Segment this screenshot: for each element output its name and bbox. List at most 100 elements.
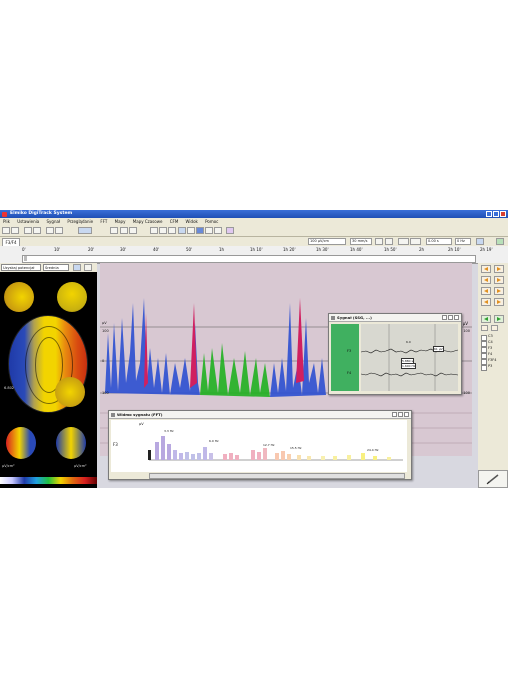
jump-forward-icon[interactable]: [410, 238, 421, 245]
maximize-icon[interactable]: [493, 211, 499, 217]
menu-file[interactable]: Plik: [3, 219, 10, 224]
tick-label-right: 100: [463, 391, 470, 395]
channel-checkbox-label: P3: [488, 364, 493, 368]
color-map-icon[interactable]: [196, 227, 204, 234]
head-map-small: [57, 282, 87, 312]
average-select[interactable]: Średnia: [43, 264, 69, 271]
map-view-icon[interactable]: [187, 227, 195, 234]
menu-fft[interactable]: FFT: [100, 219, 107, 224]
signal-window[interactable]: Sygnał (SSG, ...) F3 F4 6.0 5.880 s 1.60…: [328, 313, 462, 395]
play-icon[interactable]: [120, 227, 128, 234]
minimize-icon[interactable]: [392, 412, 397, 417]
menu-help[interactable]: Pomoc: [205, 219, 218, 224]
zoom-icon[interactable]: [24, 227, 32, 234]
app-window: Elmiko DigiTrack System Plik Ustawienia …: [0, 210, 508, 488]
signal-window-titlebar: Sygnał (SSG, ...): [329, 314, 461, 322]
small-value-label: 6.802: [4, 386, 15, 390]
time-tick: 1h 40': [350, 247, 363, 252]
time-tick: 2h: [419, 247, 425, 252]
tick-label-right: 100: [463, 329, 470, 333]
cursor-mode-icon[interactable]: [78, 227, 92, 234]
filter-select[interactable]: 0 Hz: [455, 238, 471, 245]
nav-page-left-button[interactable]: [481, 287, 491, 295]
spectrum-view-icon[interactable]: [205, 227, 213, 234]
speed-select[interactable]: 30 mm/s: [350, 238, 372, 245]
toolbar: [0, 225, 508, 237]
menu-cfm[interactable]: CFM: [170, 219, 179, 224]
peak-label: 15.5 Hz: [290, 446, 302, 450]
maximize-icon[interactable]: [398, 412, 403, 417]
print-preview-icon[interactable]: [33, 227, 41, 234]
minimize-icon[interactable]: [442, 315, 447, 320]
menu-time-maps[interactable]: Mapy Czasowe: [133, 219, 163, 224]
head-map-small: [4, 282, 34, 312]
marker-amplitude: 61 µV: [433, 346, 444, 352]
menu-settings[interactable]: Ustawienia: [17, 219, 39, 224]
menu-view[interactable]: Widok: [186, 219, 198, 224]
offset-select[interactable]: 0.00 s: [426, 238, 452, 245]
montage-icon[interactable]: [46, 227, 54, 234]
minimize-icon[interactable]: [486, 211, 492, 217]
menu-browse[interactable]: Przeglądanie: [67, 219, 93, 224]
open-icon[interactable]: [2, 227, 10, 234]
time-tick: 10': [54, 247, 61, 252]
time-ruler: 0' 10' 20' 30' 40' 50' 1h 1h 10' 1h 20' …: [0, 246, 508, 264]
channel-label: F4: [347, 371, 352, 375]
close-icon[interactable]: [500, 211, 506, 217]
time-tick: 1h 50': [384, 247, 397, 252]
axis-unit-left: µV: [102, 321, 107, 325]
menu-maps[interactable]: Mapy: [115, 219, 126, 224]
nav-end-button[interactable]: [494, 298, 504, 306]
signal-trace-red: [296, 298, 304, 383]
timeline-scrollbar[interactable]: [22, 255, 476, 263]
annotate-button[interactable]: [478, 470, 508, 488]
menu-signal[interactable]: Sygnał: [47, 219, 61, 224]
channel-label: F3: [347, 349, 352, 353]
channel-right-button[interactable]: [494, 315, 504, 323]
app-icon: [2, 211, 7, 217]
uncheck-all-button[interactable]: [491, 325, 498, 331]
nav-right-button[interactable]: [494, 265, 504, 273]
step-forward-icon[interactable]: [385, 238, 393, 245]
report-icon[interactable]: [226, 227, 234, 234]
signal-window-title: Sygnał (SSG, ...): [337, 315, 372, 320]
nav-page-right-button[interactable]: [494, 287, 504, 295]
spectrum-window[interactable]: Widmo sygnału (FFT) µV F3 3.3 Hz 6.0 Hz …: [108, 410, 412, 480]
marker-clear-icon[interactable]: [168, 227, 176, 234]
print-icon[interactable]: [11, 227, 19, 234]
channel-checkbox-label: C4: [488, 340, 493, 344]
nav-left-fast-button[interactable]: [481, 276, 491, 284]
signal-options-icon[interactable]: [476, 238, 484, 245]
filter-icon[interactable]: [55, 227, 63, 234]
time-tick: 2h 19': [480, 247, 493, 252]
options-icon[interactable]: [214, 227, 222, 234]
nav-right-fast-button[interactable]: [494, 276, 504, 284]
maximize-icon[interactable]: [448, 315, 453, 320]
spectrum-scrollbar[interactable]: [149, 473, 405, 479]
step-back-icon[interactable]: [375, 238, 383, 245]
close-icon[interactable]: [404, 412, 409, 417]
mode-select[interactable]: Uzyskaj potencjał: [1, 264, 41, 271]
marker-right-icon[interactable]: [159, 227, 167, 234]
scroll-thumb[interactable]: [24, 256, 27, 261]
head-map-small: [6, 427, 36, 459]
pencil-icon: [486, 474, 499, 485]
stop-icon[interactable]: [129, 227, 137, 234]
time-tick: 1h 20': [283, 247, 296, 252]
refresh-icon[interactable]: [496, 238, 504, 245]
channel-left-button[interactable]: [481, 315, 491, 323]
window-icon: [111, 412, 115, 417]
time-tick: 1h: [219, 247, 225, 252]
jump-back-icon[interactable]: [398, 238, 409, 245]
nav-start-button[interactable]: [481, 298, 491, 306]
view-montage-icon[interactable]: [178, 227, 186, 234]
close-icon[interactable]: [454, 315, 459, 320]
nav-left-button[interactable]: [481, 265, 491, 273]
amplitude-select[interactable]: 100 µV/cm: [308, 238, 346, 245]
channel-checkbox[interactable]: [481, 365, 487, 371]
map-settings-icon[interactable]: [73, 264, 81, 271]
map-tool-icon[interactable]: [84, 264, 92, 271]
step-icon[interactable]: [110, 227, 118, 234]
check-all-button[interactable]: [481, 325, 488, 331]
marker-left-icon[interactable]: [150, 227, 158, 234]
